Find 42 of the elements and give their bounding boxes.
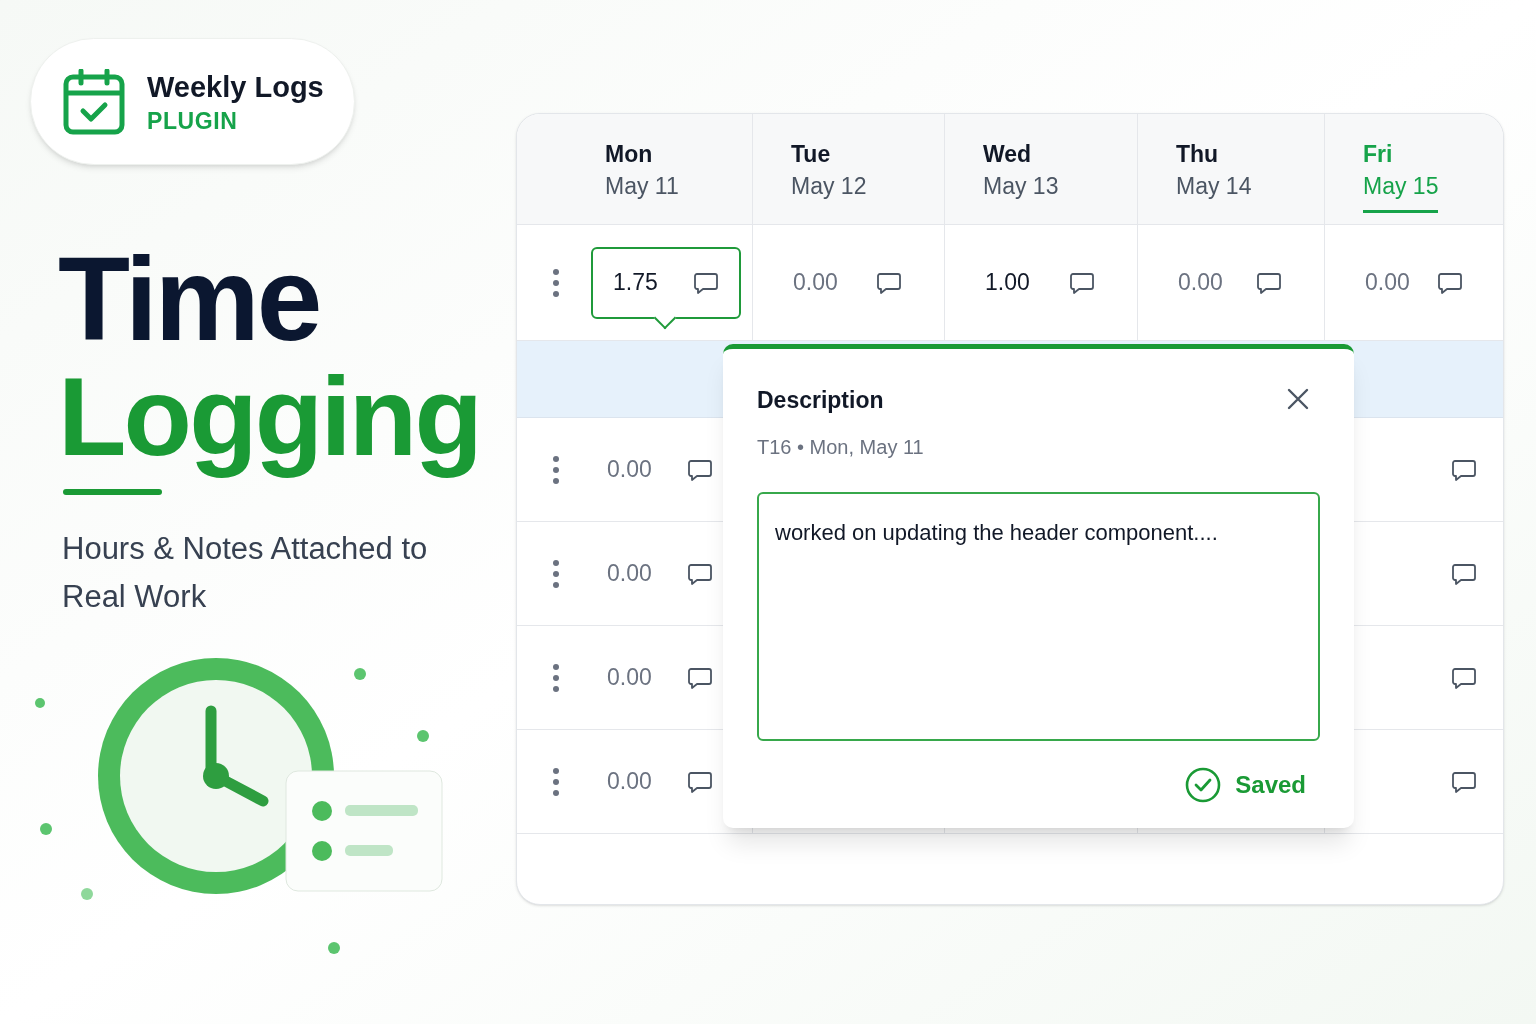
day-tab[interactable]: Mon May 11 (605, 138, 679, 213)
comment-icon[interactable] (1451, 561, 1477, 586)
day-tab[interactable]: Tue May 12 (791, 138, 867, 213)
comment-icon[interactable] (876, 270, 902, 295)
comment-icon[interactable] (687, 769, 713, 794)
comment-icon[interactable] (693, 270, 719, 295)
hours-cell[interactable]: 0.00 (585, 433, 735, 506)
popover-subtitle: T16 • Mon, May 11 (757, 434, 925, 460)
headline: Logging (58, 353, 481, 481)
comment-icon[interactable] (1451, 769, 1477, 794)
hours-cell[interactable]: 0.00 (585, 745, 735, 818)
tagline: Hours & Notes Attached to Real Work (62, 530, 429, 616)
headline: Time (58, 243, 321, 355)
comment-icon[interactable] (1256, 270, 1282, 295)
comment-icon[interactable] (1437, 270, 1463, 295)
brand-title: Weekly Logs (147, 69, 324, 105)
day-tab[interactable]: Fri May 15 (1363, 138, 1439, 213)
hours-cell[interactable]: 0.00 (585, 641, 735, 714)
drag-handle-icon[interactable] (552, 766, 560, 797)
comment-icon[interactable] (687, 665, 713, 690)
calendar-check-icon (63, 68, 125, 135)
brand-subtitle: PLUGIN (147, 106, 239, 136)
saved-status: Saved (1235, 769, 1306, 800)
description-field[interactable]: worked on updating the header component.... (757, 491, 1320, 741)
hours-cell[interactable]: 0.00 (585, 537, 735, 610)
drag-handle-icon[interactable] (552, 558, 560, 589)
comment-icon[interactable] (1069, 270, 1095, 295)
hours-cell[interactable]: 1.00 (983, 246, 1097, 319)
comment-icon[interactable] (687, 561, 713, 586)
hours-cell[interactable]: 0.00 (791, 246, 904, 319)
hours-cell[interactable]: 0.00 (1176, 246, 1284, 319)
check-circle-icon (1185, 766, 1222, 803)
comment-icon[interactable] (1451, 457, 1477, 482)
day-tab[interactable]: Wed May 13 (983, 138, 1059, 213)
drag-handle-icon[interactable] (552, 454, 560, 485)
drag-handle-icon[interactable] (552, 267, 560, 298)
day-tab[interactable]: Thu May 14 (1176, 138, 1252, 213)
popover-title: Description (757, 386, 884, 415)
comment-icon[interactable] (1451, 665, 1477, 690)
hours-cell[interactable]: 0.00 (1363, 246, 1465, 319)
drag-handle-icon[interactable] (552, 662, 560, 693)
comment-icon[interactable] (687, 457, 713, 482)
